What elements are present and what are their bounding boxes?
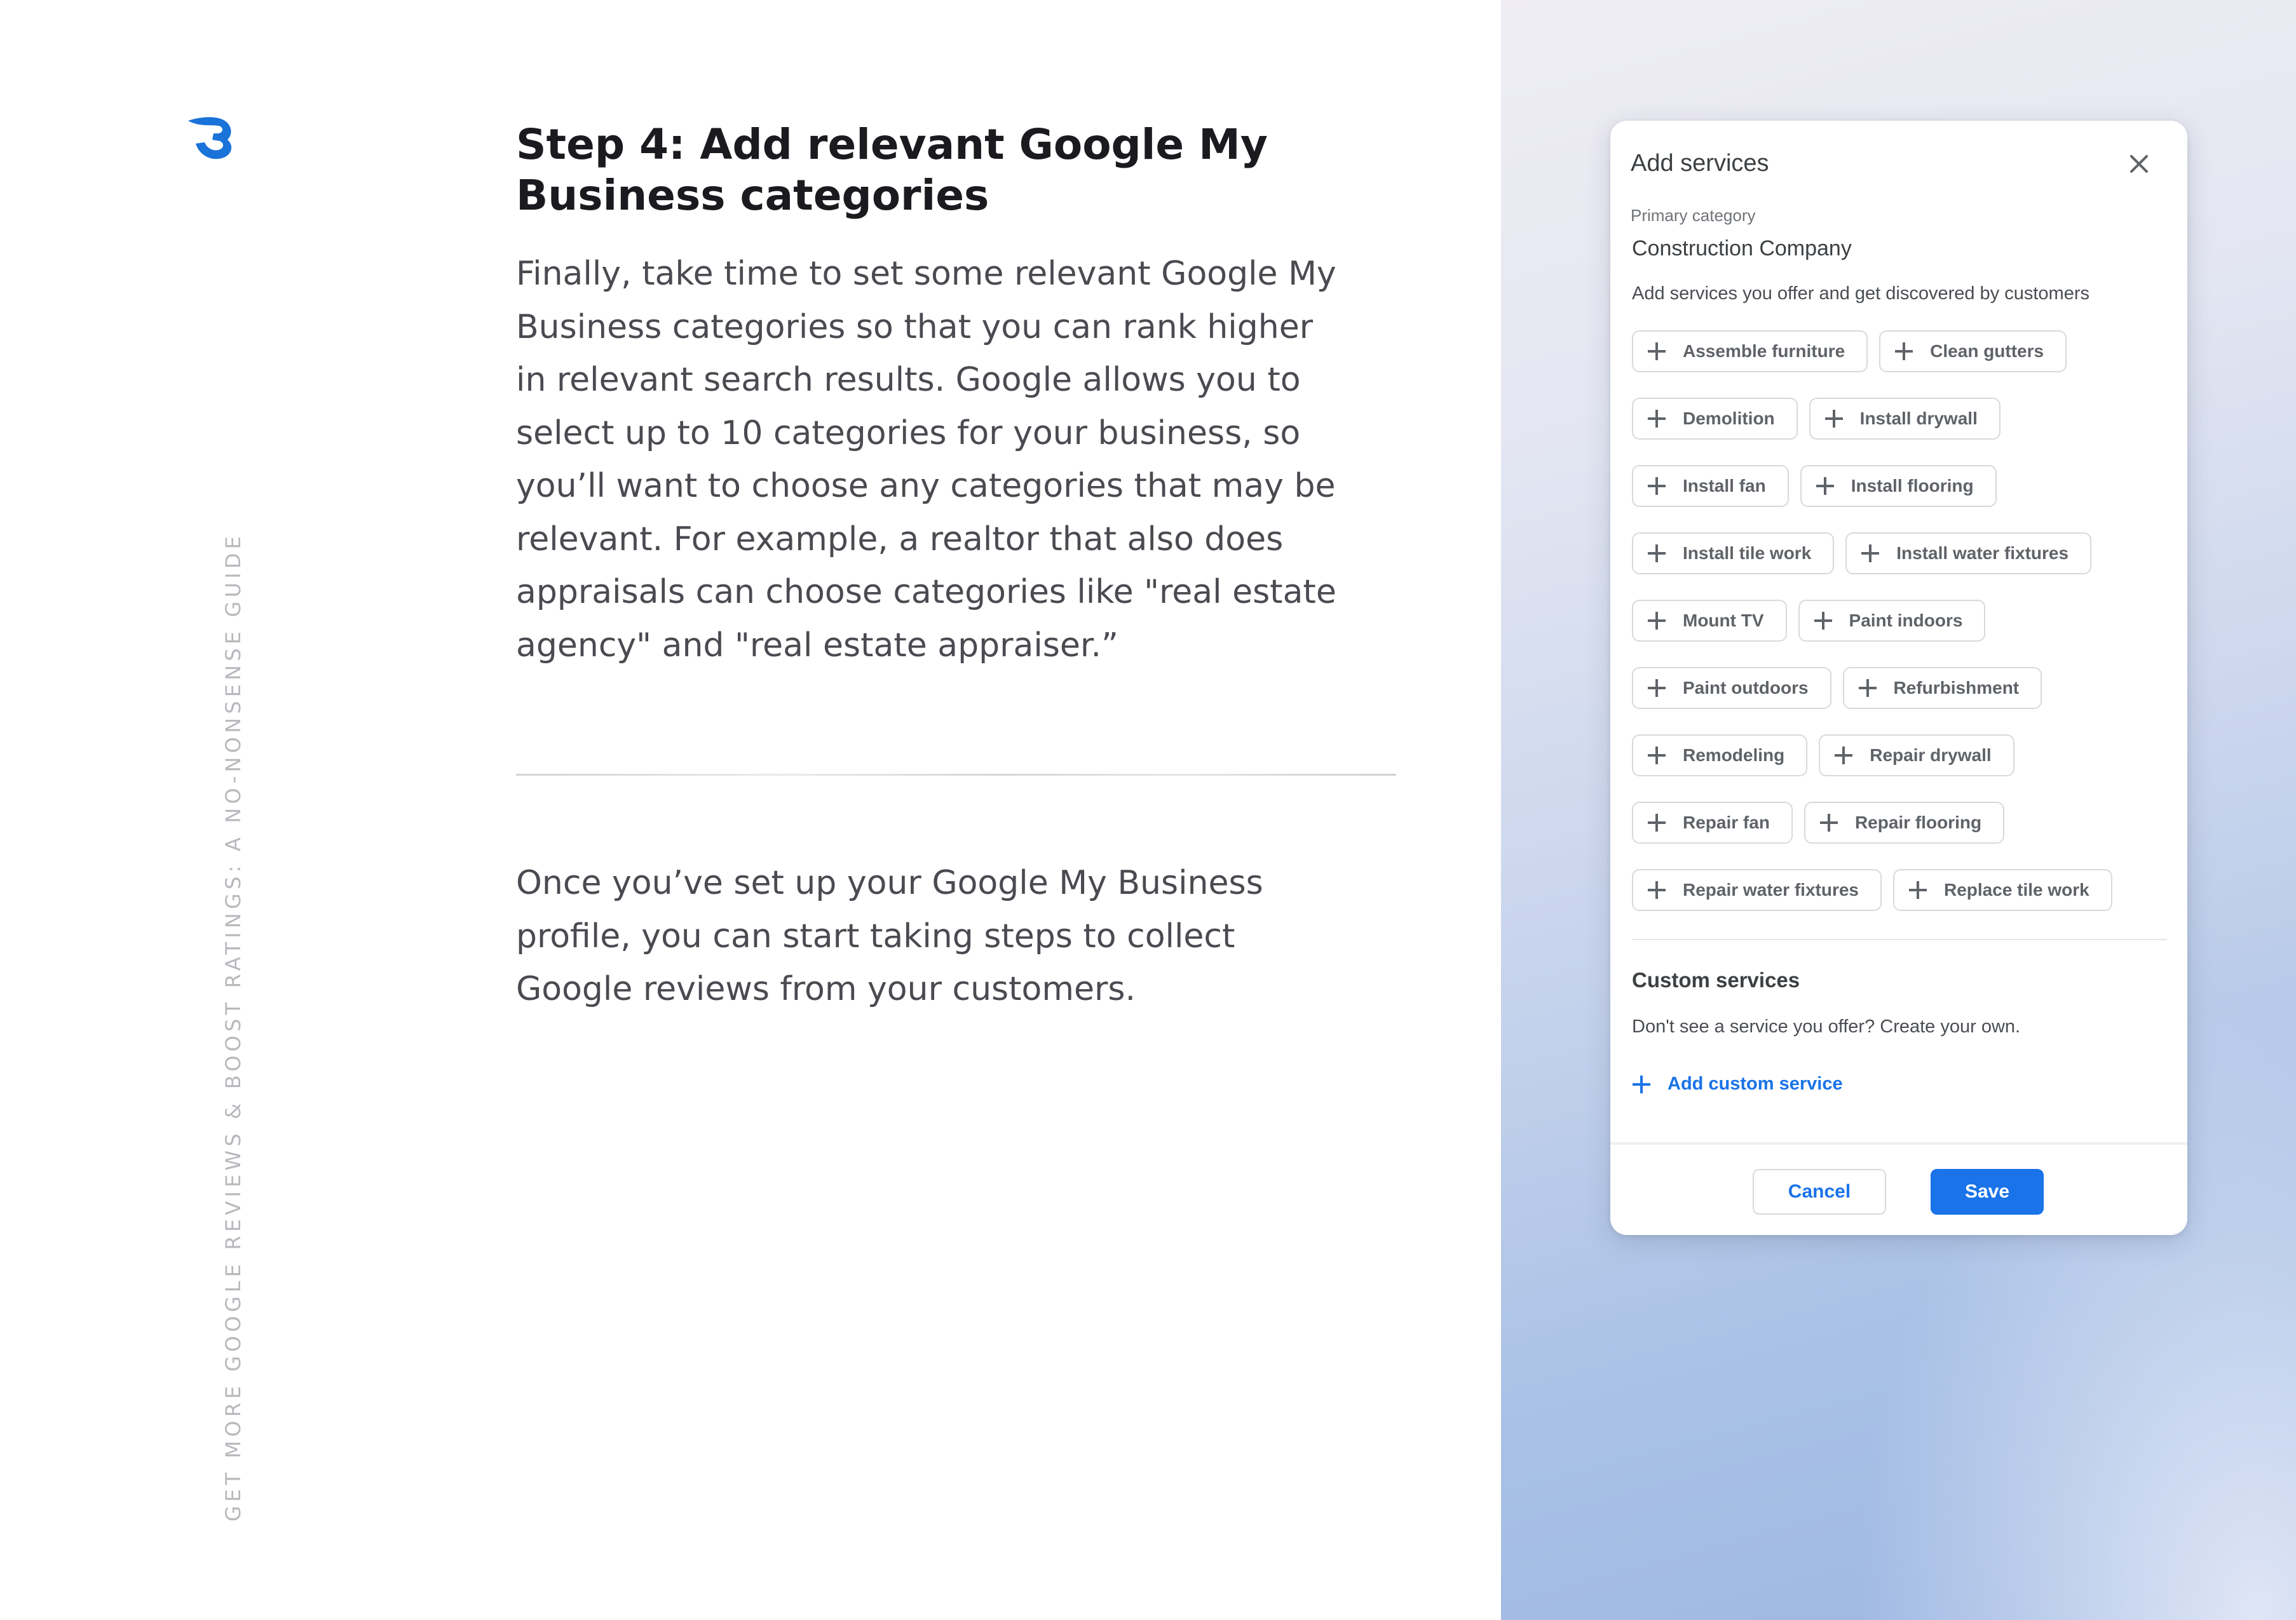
service-chip[interactable]: Refurbishment bbox=[1842, 667, 2042, 709]
plus-icon bbox=[1647, 476, 1666, 496]
plus-icon bbox=[1647, 342, 1666, 361]
add-custom-service-label: Add custom service bbox=[1668, 1074, 1843, 1094]
service-chip[interactable]: Install fan bbox=[1632, 465, 1789, 507]
intro-paragraph: Finally, take time to set some relevant … bbox=[516, 248, 1406, 672]
paragraph-line: Once you’ve set up your Google My Busine… bbox=[516, 864, 1263, 902]
service-chip[interactable]: Install flooring bbox=[1800, 465, 1997, 507]
page-heading: Step 4: Add relevant Google My Business … bbox=[516, 119, 1304, 221]
paragraph-line: in relevant search results. Google allow… bbox=[516, 361, 1301, 399]
custom-services-title: Custom services bbox=[1632, 968, 1800, 992]
chip-row: Install tile work Install water fixtures bbox=[1632, 532, 2172, 577]
chip-label: Paint outdoors bbox=[1683, 678, 1809, 698]
service-chip[interactable]: Replace tile work bbox=[1893, 869, 2112, 911]
paragraph-line: Google reviews from your customers. bbox=[516, 970, 1136, 1008]
chip-row: Mount TV Paint indoors bbox=[1632, 600, 2172, 644]
service-chip[interactable]: Repair drywall bbox=[1819, 734, 2014, 776]
service-chip[interactable]: Mount TV bbox=[1632, 600, 1787, 642]
closing-paragraph: Once you’ve set up your Google My Busine… bbox=[516, 857, 1342, 1016]
service-chip[interactable]: Clean gutters bbox=[1879, 330, 2067, 372]
brand-logo-icon bbox=[188, 117, 232, 159]
chip-row: Repair water fixtures Replace tile work bbox=[1632, 869, 2172, 914]
chip-label: Install fan bbox=[1683, 476, 1766, 496]
chip-label: Mount TV bbox=[1683, 611, 1764, 630]
paragraph-line: profile, you can start taking steps to c… bbox=[516, 917, 1235, 955]
chip-label: Clean gutters bbox=[1930, 341, 2044, 361]
paragraph-line: select up to 10 categories for your busi… bbox=[516, 414, 1301, 452]
plus-icon bbox=[1647, 544, 1666, 563]
plus-icon bbox=[1647, 409, 1666, 428]
dialog-title: Add services bbox=[1631, 150, 1769, 177]
chip-label: Install water fixtures bbox=[1896, 543, 2069, 563]
chip-label: Repair flooring bbox=[1854, 813, 1982, 832]
plus-icon bbox=[1647, 611, 1666, 630]
plus-icon bbox=[1816, 476, 1835, 496]
plus-icon bbox=[1824, 409, 1844, 428]
paragraph-line: Finally, take time to set some relevant … bbox=[516, 255, 1336, 293]
service-chip[interactable]: Paint outdoors bbox=[1632, 667, 1831, 709]
service-chip[interactable]: Install tile work bbox=[1632, 532, 1835, 574]
chip-label: Assemble furniture bbox=[1683, 341, 1845, 361]
chip-label: Refurbishment bbox=[1893, 678, 2020, 698]
service-chip[interactable]: Repair fan bbox=[1632, 802, 1793, 844]
cancel-button[interactable]: Cancel bbox=[1753, 1169, 1886, 1215]
chip-row: Demolition Install drywall bbox=[1632, 398, 2172, 442]
chip-label: Install flooring bbox=[1851, 476, 1974, 496]
chip-label: Repair fan bbox=[1683, 813, 1770, 832]
footer-divider bbox=[1610, 1142, 2187, 1145]
chip-label: Replace tile work bbox=[1944, 880, 2089, 900]
chip-label: Demolition bbox=[1683, 408, 1775, 428]
service-chip[interactable]: Paint indoors bbox=[1798, 600, 1986, 642]
chip-label: Install tile work bbox=[1683, 543, 1812, 563]
plus-icon bbox=[1647, 746, 1666, 765]
chip-label: Repair drywall bbox=[1870, 745, 1992, 765]
paragraph-line: Business categories so that you can rank… bbox=[516, 307, 1314, 346]
plus-icon bbox=[1632, 1075, 1651, 1094]
plus-icon bbox=[1858, 678, 1877, 698]
close-icon[interactable] bbox=[2125, 150, 2153, 178]
plus-icon bbox=[1819, 813, 1838, 832]
primary-category-value: Construction Company bbox=[1632, 236, 1852, 260]
paragraph-line: appraisals can choose categories like "r… bbox=[516, 573, 1336, 611]
chip-row: Paint outdoors Refurbishment bbox=[1632, 667, 2172, 712]
add-services-dialog: Add services Primary category Constructi… bbox=[1610, 121, 2187, 1235]
services-hint: Add services you offer and get discovere… bbox=[1632, 283, 2090, 304]
chip-label: Repair water fixtures bbox=[1683, 880, 1859, 900]
service-chip-list: Assemble furniture Clean gutters Demolit… bbox=[1632, 330, 2172, 936]
save-button[interactable]: Save bbox=[1931, 1169, 2044, 1215]
service-chip[interactable]: Repair flooring bbox=[1804, 802, 2005, 844]
paragraph-line: relevant. For example, a realtor that al… bbox=[516, 520, 1284, 558]
chip-row: Remodeling Repair drywall bbox=[1632, 734, 2172, 779]
heading-line: Business categories bbox=[516, 171, 989, 220]
dialog-divider bbox=[1632, 939, 2167, 940]
paragraph-line: you’ll want to choose any categories tha… bbox=[516, 467, 1336, 505]
plus-icon bbox=[1647, 881, 1666, 900]
service-chip[interactable]: Assemble furniture bbox=[1632, 330, 1868, 372]
primary-category-label: Primary category bbox=[1631, 206, 1756, 225]
plus-icon bbox=[1814, 611, 1833, 630]
chip-label: Paint indoors bbox=[1849, 611, 1963, 630]
add-custom-service-link[interactable]: Add custom service bbox=[1632, 1074, 1843, 1095]
chip-label: Install drywall bbox=[1859, 408, 1978, 428]
plus-icon bbox=[1861, 544, 1880, 563]
heading-line: Step 4: Add relevant Google My bbox=[516, 120, 1268, 169]
chip-row: Install fan Install flooring bbox=[1632, 465, 2172, 510]
service-chip[interactable]: Demolition bbox=[1632, 398, 1798, 440]
chip-row: Assemble furniture Clean gutters bbox=[1632, 330, 2172, 375]
chip-row: Repair fan Repair flooring bbox=[1632, 802, 2172, 846]
plus-icon bbox=[1908, 881, 1927, 900]
service-chip[interactable]: Install drywall bbox=[1809, 398, 2001, 440]
plus-icon bbox=[1834, 746, 1853, 765]
service-chip[interactable]: Repair water fixtures bbox=[1632, 869, 1882, 911]
plus-icon bbox=[1894, 342, 1913, 361]
plus-icon bbox=[1647, 678, 1666, 698]
plus-icon bbox=[1647, 813, 1666, 832]
vertical-guide-title: GET MORE GOOGLE REVIEWS & BOOST RATINGS:… bbox=[221, 532, 245, 1522]
chip-label: Remodeling bbox=[1683, 745, 1785, 765]
section-divider bbox=[516, 774, 1396, 776]
custom-services-hint: Don't see a service you offer? Create yo… bbox=[1632, 1016, 2021, 1037]
service-chip[interactable]: Install water fixtures bbox=[1845, 532, 2092, 574]
service-chip[interactable]: Remodeling bbox=[1632, 734, 1808, 776]
paragraph-line: agency" and "real estate appraiser.” bbox=[516, 626, 1118, 665]
